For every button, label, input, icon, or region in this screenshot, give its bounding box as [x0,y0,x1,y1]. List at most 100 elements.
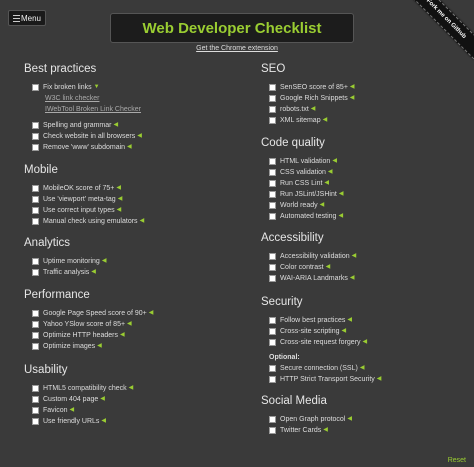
checkbox[interactable] [32,332,39,339]
triangle-left-icon[interactable]: ◀ [323,425,328,436]
checklist-item[interactable]: Spelling and grammar ◀ [24,120,244,131]
checkbox[interactable] [269,169,276,176]
checklist-item[interactable]: Uptime monitoring ◀ [24,256,244,267]
checkbox[interactable] [32,396,39,403]
checkbox[interactable] [32,196,39,203]
tool-link[interactable]: IWebTool Broken Link Checker [24,104,244,115]
checklist-item[interactable]: Fix broken links ▼ [24,82,244,93]
triangle-left-icon[interactable]: ◀ [311,104,316,115]
checklist-item[interactable]: Use correct input types ◀ [24,205,244,216]
checklist-item[interactable]: CSS validation ◀ [261,167,461,178]
checklist-item[interactable]: Cross-site scripting ◀ [261,326,461,337]
checkbox[interactable] [32,133,39,140]
tool-link[interactable]: W3C link checker [24,93,244,104]
checkbox[interactable] [32,343,39,350]
checkbox[interactable] [269,95,276,102]
checklist-item[interactable]: Accessibility validation ◀ [261,251,461,262]
checklist-item[interactable]: WAI-ARIA Landmarks ◀ [261,273,461,284]
checkbox[interactable] [32,122,39,129]
triangle-left-icon[interactable]: ◀ [97,341,102,352]
checklist-item[interactable]: XML sitemap ◀ [261,115,461,126]
checkbox[interactable] [269,180,276,187]
triangle-left-icon[interactable]: ◀ [328,167,333,178]
triangle-left-icon[interactable]: ◀ [127,319,132,330]
triangle-left-icon[interactable]: ◀ [347,315,352,326]
triangle-left-icon[interactable]: ◀ [332,156,337,167]
checkbox[interactable] [269,106,276,113]
checklist-item[interactable]: Open Graph protocol ◀ [261,414,461,425]
triangle-left-icon[interactable]: ◀ [137,131,142,142]
checklist-item[interactable]: SenSEO score of 85+ ◀ [261,82,461,93]
triangle-left-icon[interactable]: ◀ [320,200,325,211]
checkbox[interactable] [269,117,276,124]
checklist-item[interactable]: robots.txt ◀ [261,104,461,115]
checkbox[interactable] [32,207,39,214]
checklist-item[interactable]: Run JSLint/JSHint ◀ [261,189,461,200]
checklist-item[interactable]: Automated testing ◀ [261,211,461,222]
triangle-left-icon[interactable]: ◀ [352,251,357,262]
menu-button[interactable]: Menu [8,10,46,26]
triangle-left-icon[interactable]: ◀ [70,405,75,416]
checklist-item[interactable]: Optimize images ◀ [24,341,244,352]
checkbox[interactable] [32,385,39,392]
triangle-left-icon[interactable]: ◀ [117,205,122,216]
checklist-item[interactable]: Run CSS Lint ◀ [261,178,461,189]
checkbox[interactable] [32,269,39,276]
checklist-item[interactable]: World ready ◀ [261,200,461,211]
triangle-left-icon[interactable]: ◀ [129,383,134,394]
checkbox[interactable] [32,310,39,317]
checklist-item[interactable]: Optimize HTTP headers ◀ [24,330,244,341]
triangle-left-icon[interactable]: ◀ [363,337,368,348]
checklist-item[interactable]: Google Page Speed score of 90+ ◀ [24,308,244,319]
checklist-item[interactable]: Check website in all browsers ◀ [24,131,244,142]
triangle-left-icon[interactable]: ◀ [102,256,107,267]
checkbox[interactable] [269,376,276,383]
checklist-item[interactable]: HTML validation ◀ [261,156,461,167]
triangle-left-icon[interactable]: ◀ [120,330,125,341]
checklist-item[interactable]: Custom 404 page ◀ [24,394,244,405]
triangle-left-icon[interactable]: ◀ [100,394,105,405]
reset-link[interactable]: Reset [448,457,466,464]
checkbox[interactable] [32,185,39,192]
triangle-left-icon[interactable]: ◀ [350,82,355,93]
checkbox[interactable] [269,213,276,220]
triangle-left-icon[interactable]: ◀ [339,189,344,200]
triangle-left-icon[interactable]: ◀ [91,267,96,278]
checkbox[interactable] [32,407,39,414]
triangle-left-icon[interactable]: ◀ [342,326,347,337]
checklist-item[interactable]: Yahoo YSlow score of 85+ ◀ [24,319,244,330]
triangle-left-icon[interactable]: ◀ [350,273,355,284]
checkbox[interactable] [32,418,39,425]
triangle-left-icon[interactable]: ◀ [116,183,121,194]
checklist-item[interactable]: Cross-site request forgery ◀ [261,337,461,348]
triangle-left-icon[interactable]: ◀ [324,178,329,189]
checkbox[interactable] [32,144,39,151]
checklist-item[interactable]: Traffic analysis ◀ [24,267,244,278]
checkbox[interactable] [32,258,39,265]
checklist-item[interactable]: HTTP Strict Transport Security ◀ [261,374,461,385]
checklist-item[interactable]: Manual check using emulators ◀ [24,216,244,227]
checklist-item[interactable]: Twitter Cards ◀ [261,425,461,436]
triangle-left-icon[interactable]: ◀ [347,414,352,425]
chrome-extension-link[interactable]: Get the Chrome extension [0,45,474,52]
checkbox[interactable] [32,321,39,328]
triangle-left-icon[interactable]: ◀ [101,416,106,427]
triangle-left-icon[interactable]: ◀ [360,363,365,374]
checkbox[interactable] [269,202,276,209]
checklist-item[interactable]: Use 'viewport' meta-tag ◀ [24,194,244,205]
checkbox[interactable] [269,365,276,372]
checkbox[interactable] [269,253,276,260]
checkbox[interactable] [32,218,39,225]
checkbox[interactable] [269,191,276,198]
checkbox[interactable] [32,84,39,91]
expand-arrow-icon[interactable]: ▼ [94,82,100,93]
checklist-item[interactable]: Color contrast ◀ [261,262,461,273]
triangle-left-icon[interactable]: ◀ [127,142,132,153]
checkbox[interactable] [269,84,276,91]
checkbox[interactable] [269,275,276,282]
checklist-item[interactable]: Google Rich Snippets ◀ [261,93,461,104]
triangle-left-icon[interactable]: ◀ [149,308,154,319]
triangle-left-icon[interactable]: ◀ [377,374,382,385]
triangle-left-icon[interactable]: ◀ [113,120,118,131]
checklist-item[interactable]: Favicon ◀ [24,405,244,416]
